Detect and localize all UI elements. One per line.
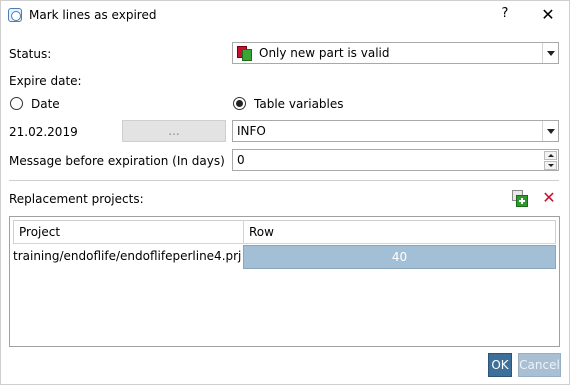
- chevron-down-icon[interactable]: [542, 43, 558, 63]
- close-icon[interactable]: ✕: [539, 5, 557, 25]
- help-button[interactable]: ?: [497, 6, 513, 24]
- divider: [9, 180, 559, 181]
- table-variable-select[interactable]: INFO: [232, 120, 559, 142]
- status-select[interactable]: Only new part is valid: [232, 42, 559, 64]
- title-bar: Mark lines as expired ? ✕: [1, 1, 569, 31]
- stepper-down-icon[interactable]: [544, 161, 557, 170]
- ok-button[interactable]: OK: [488, 353, 512, 377]
- column-header-row[interactable]: Row: [244, 221, 555, 244]
- replacement-table: Project Row training/endoflife/endoflife…: [9, 216, 560, 347]
- table-header: Project Row: [13, 220, 556, 244]
- message-days-value[interactable]: 0: [237, 153, 245, 167]
- table-variable-value: INFO: [237, 124, 266, 138]
- message-days-stepper[interactable]: 0: [232, 149, 559, 171]
- add-project-icon[interactable]: [512, 190, 529, 207]
- dialog-window: Mark lines as expired ? ✕ Status: Only n…: [0, 0, 570, 385]
- window-title: Mark lines as expired: [29, 8, 157, 22]
- message-label: Message before expiration (In days): [9, 154, 225, 168]
- radio-date[interactable]: [10, 97, 23, 110]
- status-select-value: Only new part is valid: [259, 46, 390, 60]
- expire-date-label: Expire date:: [9, 74, 82, 88]
- status-label: Status:: [9, 47, 52, 61]
- table-row[interactable]: training/endoflife/endoflifeperline4.prj…: [13, 245, 556, 269]
- date-value: 21.02.2019: [9, 125, 78, 139]
- column-header-project[interactable]: Project: [14, 221, 244, 244]
- date-picker-button[interactable]: ...: [122, 120, 226, 142]
- chevron-down-icon[interactable]: [542, 121, 558, 141]
- cell-row[interactable]: 40: [243, 245, 556, 269]
- app-icon: [8, 8, 22, 22]
- radio-table-variables-label[interactable]: Table variables: [254, 97, 344, 111]
- replacement-label: Replacement projects:: [9, 192, 144, 206]
- radio-date-label[interactable]: Date: [31, 97, 60, 111]
- delete-project-icon[interactable]: ✕: [542, 190, 556, 206]
- cancel-button[interactable]: Cancel: [518, 353, 561, 377]
- cell-project[interactable]: training/endoflife/endoflifeperline4.prj: [13, 249, 241, 263]
- status-validity-icon: [237, 46, 253, 61]
- stepper-up-icon[interactable]: [544, 151, 557, 160]
- radio-table-variables[interactable]: [233, 97, 246, 110]
